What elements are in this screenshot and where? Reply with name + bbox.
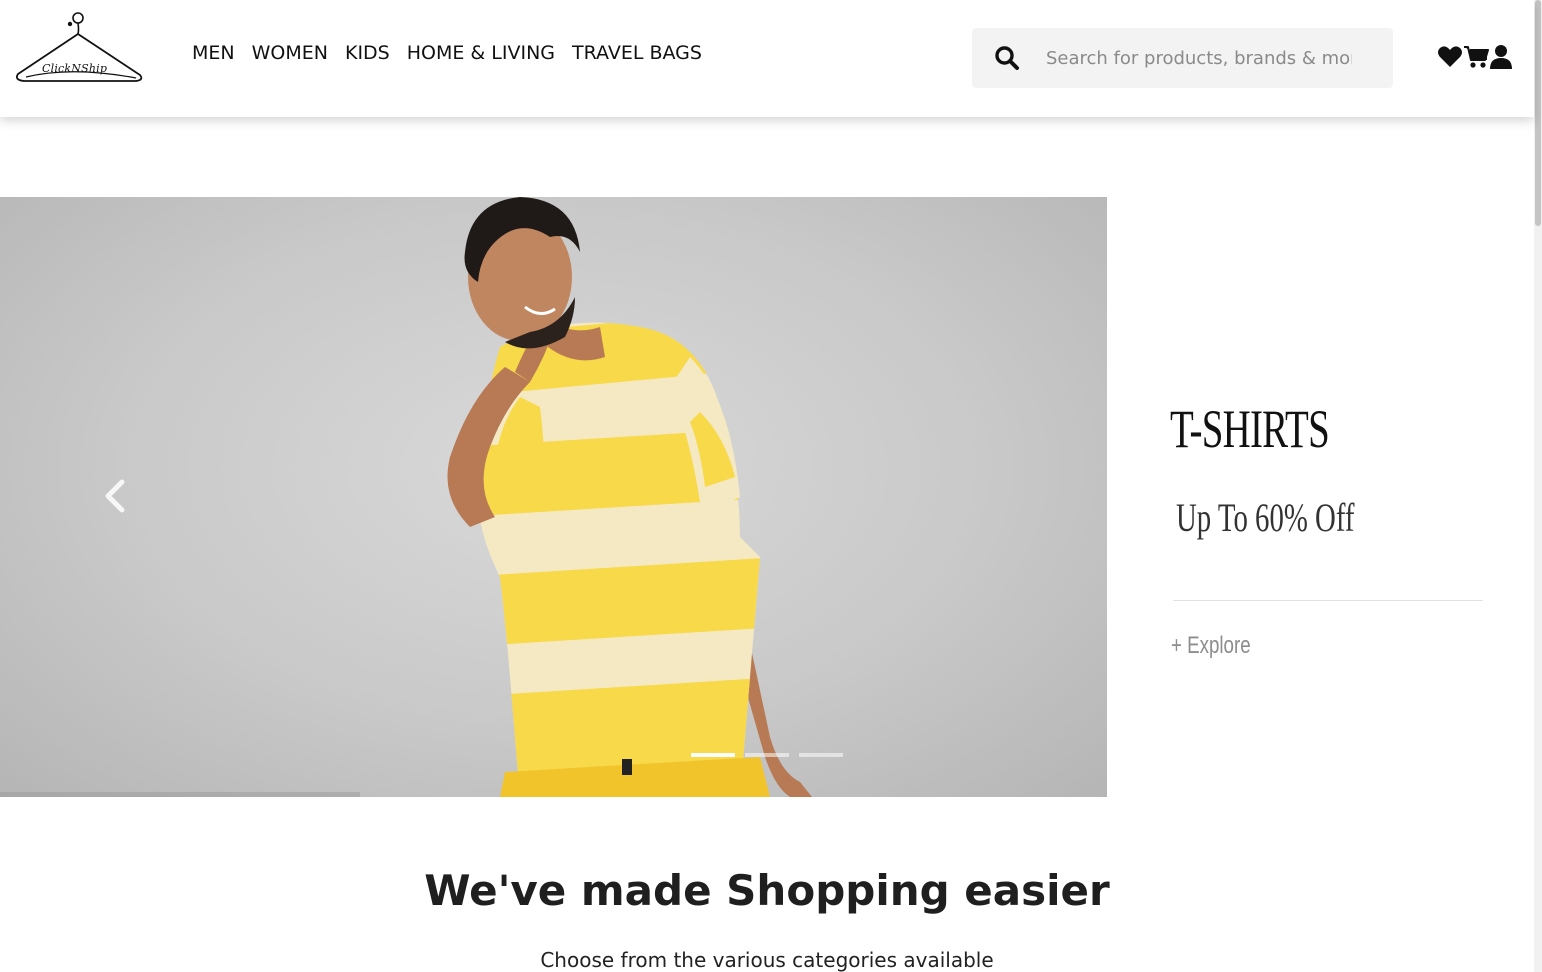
nav-item-travel-bags[interactable]: TRAVEL BAGS — [572, 40, 702, 66]
carousel-indicator-3[interactable] — [799, 753, 843, 757]
promo-subtitle: Up To 60% Off — [1176, 495, 1355, 540]
user-icon[interactable] — [1489, 44, 1513, 70]
scrollbar-thumb[interactable] — [1535, 0, 1541, 226]
main-nav: MEN WOMEN KIDS HOME & LIVING TRAVEL BAGS — [192, 40, 702, 66]
explore-link[interactable]: + Explore — [1171, 632, 1251, 660]
carousel-indicators — [691, 753, 843, 757]
header-actions — [1437, 44, 1513, 70]
promo-title: T-SHIRTS — [1170, 399, 1330, 459]
hero-model-image — [0, 197, 812, 797]
chevron-left-icon[interactable] — [100, 478, 130, 518]
section-subtitle: Choose from the various categories avail… — [540, 948, 994, 972]
section-title: We've made Shopping easier — [424, 866, 1110, 915]
carousel-indicator-2[interactable] — [745, 753, 789, 757]
carousel-indicator-1[interactable] — [691, 753, 735, 757]
nav-item-home-living[interactable]: HOME & LIVING — [407, 40, 555, 66]
site-header: ClickNShip MEN WOMEN KIDS HOME & LIVING … — [0, 0, 1534, 117]
search-input[interactable] — [1044, 46, 1354, 70]
page-scrollbar[interactable] — [1534, 0, 1542, 972]
promo-divider — [1173, 600, 1483, 601]
nav-item-kids[interactable]: KIDS — [345, 40, 390, 66]
heart-icon[interactable] — [1437, 45, 1463, 69]
search-icon[interactable] — [982, 45, 1032, 71]
logo-text: ClickNShip — [42, 62, 108, 75]
search-bar — [972, 28, 1393, 88]
site-logo[interactable]: ClickNShip — [12, 10, 146, 88]
hero-carousel — [0, 197, 1107, 797]
nav-item-men[interactable]: MEN — [192, 40, 235, 66]
hanger-logo-icon — [15, 12, 143, 82]
cart-icon[interactable] — [1463, 44, 1489, 70]
nav-item-women[interactable]: WOMEN — [252, 40, 328, 66]
